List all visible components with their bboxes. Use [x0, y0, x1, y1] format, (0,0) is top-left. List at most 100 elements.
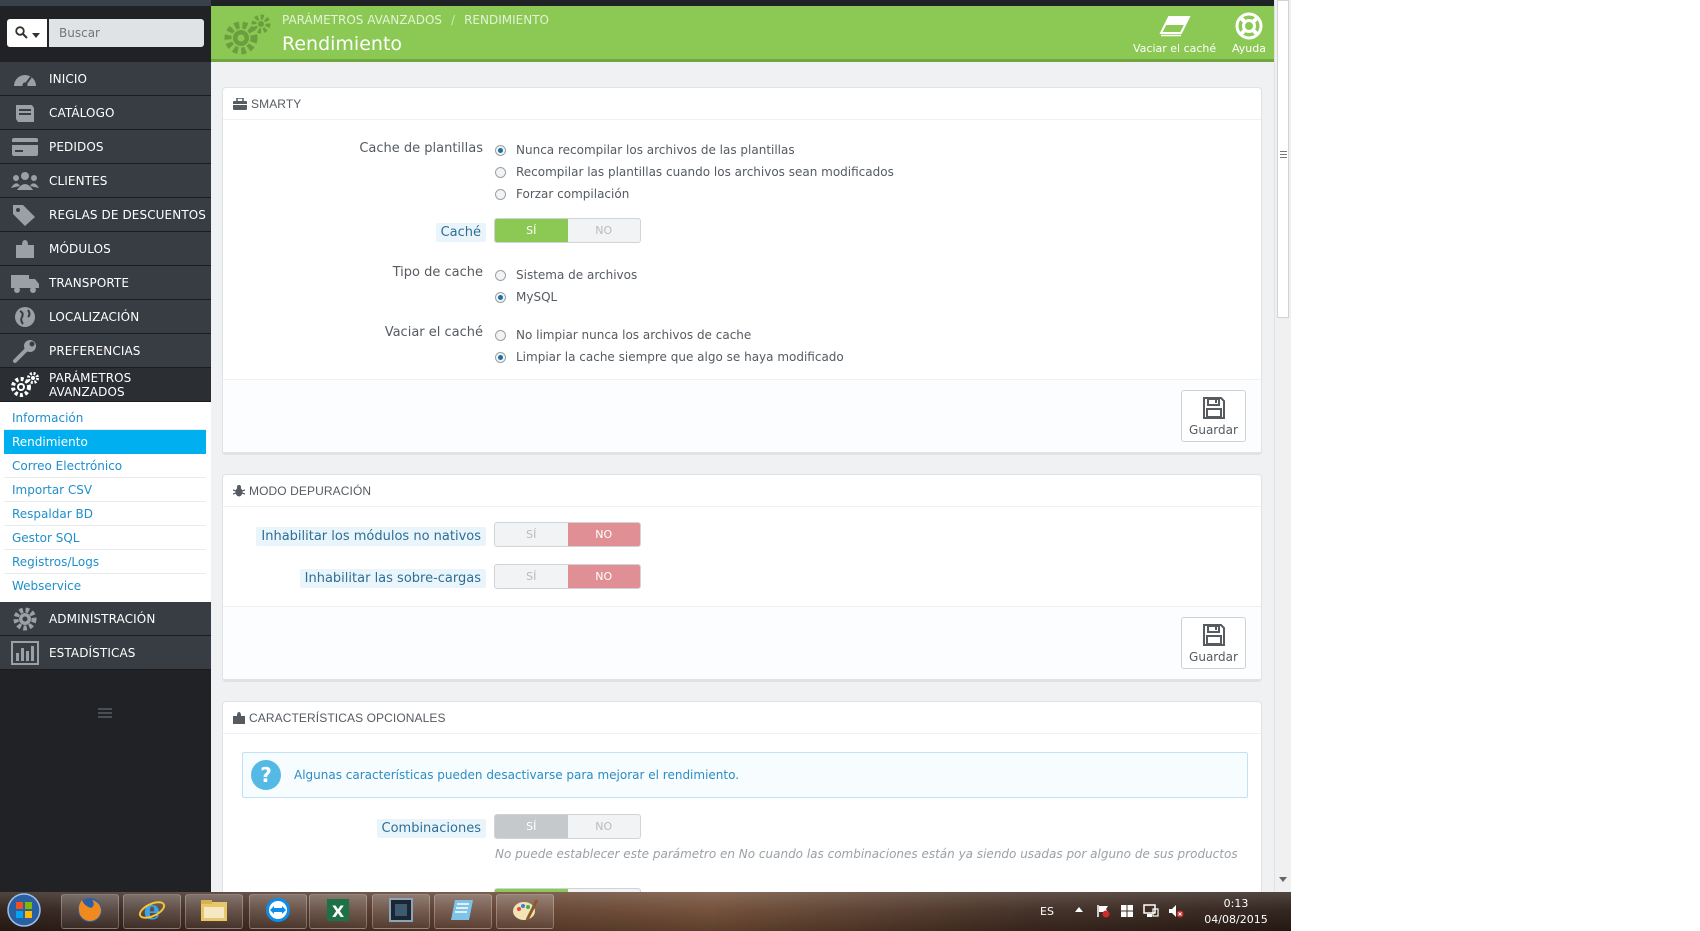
taskbar-app-internet-explorer[interactable]: e [123, 894, 181, 929]
sidebar-item-preferencias[interactable]: PREFERENCIAS [0, 334, 211, 368]
taskbar-app-paint[interactable] [496, 894, 554, 929]
globe-icon [7, 300, 43, 334]
switch-yes[interactable]: SÍ [495, 815, 568, 838]
submenu-item-respaldar-bd[interactable]: Respaldar BD [4, 502, 206, 526]
language-indicator[interactable]: ES [1040, 905, 1054, 918]
radio-button[interactable] [495, 351, 506, 363]
help-button[interactable]: Ayuda [1232, 10, 1266, 55]
switch-yes[interactable]: SÍ [495, 219, 568, 242]
sidebar-menu: INICIO CATÁLOGO PEDIDOS CLIENTES REGLAS … [0, 62, 211, 670]
terminal-icon [388, 897, 414, 927]
switch-yes[interactable]: SÍ [495, 523, 568, 546]
submenu-item-rendimiento[interactable]: Rendimiento [4, 430, 206, 454]
sidebar-item-inicio[interactable]: INICIO [0, 62, 211, 96]
disable-non-native-label: Inhabilitar los módulos no nativos [256, 527, 486, 546]
search-button[interactable] [7, 19, 47, 47]
eraser-icon [1158, 10, 1191, 42]
breadcrumb-item[interactable]: PARÁMETROS AVANZADOS [282, 13, 442, 27]
cache-type-option-filesystem[interactable]: Sistema de archivos [495, 268, 637, 282]
start-button[interactable] [4, 892, 44, 931]
submenu-item-webservice[interactable]: Webservice [4, 574, 206, 598]
floppy-disk-icon [1202, 396, 1226, 423]
action-center-flag-icon[interactable] [1096, 904, 1110, 921]
breadcrumb: PARÁMETROS AVANZADOS / RENDIMIENTO [282, 13, 549, 27]
search-input[interactable] [49, 19, 204, 47]
radio-button[interactable] [495, 329, 506, 341]
radio-button[interactable] [495, 166, 506, 178]
taskbar-app-notepad[interactable] [434, 894, 492, 929]
sidebar-item-label: LOCALIZACIÓN [49, 309, 140, 324]
disable-non-native-switch[interactable]: SÍ NO [494, 522, 641, 547]
windows-logo-icon [7, 892, 41, 931]
submenu-item-correo[interactable]: Correo Electrónico [4, 454, 206, 478]
switch-no[interactable]: NO [567, 565, 640, 588]
sidebar-item-reglas-descuentos[interactable]: REGLAS DE DESCUENTOS [0, 198, 211, 232]
smarty-panel-header: SMARTY [223, 88, 1261, 120]
volume-muted-icon[interactable] [1168, 904, 1184, 921]
switch-yes[interactable]: SÍ [495, 565, 568, 588]
radio-button[interactable] [495, 144, 506, 156]
save-label: Guardar [1189, 422, 1238, 437]
sidebar-item-parametros-avanzados[interactable]: PARÁMETROS AVANZADOS [0, 368, 211, 402]
switch-no[interactable]: NO [567, 523, 640, 546]
taskbar-app-excel[interactable]: X [309, 894, 367, 929]
paint-icon [511, 896, 539, 928]
sidebar-item-estadisticas[interactable]: ESTADÍSTICAS [0, 636, 211, 670]
submenu-item-gestor-sql[interactable]: Gestor SQL [4, 526, 206, 550]
sidebar-item-administracion[interactable]: ADMINISTRACIÓN [0, 602, 211, 636]
switch-no[interactable]: NO [568, 815, 641, 838]
screen: INICIO CATÁLOGO PEDIDOS CLIENTES [0, 0, 1700, 931]
switch-no[interactable]: NO [568, 219, 641, 242]
radio-button[interactable] [495, 269, 506, 281]
network-icon[interactable] [1143, 904, 1159, 921]
sidebar-item-pedidos[interactable]: PEDIDOS [0, 130, 211, 164]
smarty-panel-footer: Guardar [223, 379, 1261, 452]
cache-switch[interactable]: SÍ NO [494, 218, 641, 243]
disable-overrides-label: Inhabilitar las sobre-cargas [299, 569, 486, 588]
taskbar-app-teamviewer[interactable] [249, 894, 307, 929]
sidebar-collapse-handle[interactable] [98, 703, 112, 722]
sidebar-item-catalogo[interactable]: CATÁLOGO [0, 96, 211, 130]
smarty-panel: SMARTY Cache de plantillas Nunca recompi… [222, 87, 1262, 453]
optional-panel-header: CARACTERÍSTICAS OPCIONALES [223, 702, 1261, 734]
breadcrumb-item[interactable]: RENDIMIENTO [464, 13, 549, 27]
submenu-item-importar-csv[interactable]: Importar CSV [4, 478, 206, 502]
taskbar-app-file-explorer[interactable] [185, 894, 243, 929]
clear-cache-button[interactable]: Vaciar el caché [1133, 10, 1216, 55]
clear-cache-option-always[interactable]: Limpiar la cache siempre que algo se hay… [495, 350, 844, 364]
sidebar-item-label: ADMINISTRACIÓN [49, 611, 156, 626]
sidebar-item-transporte[interactable]: TRANSPORTE [0, 266, 211, 300]
sidebar-item-localizacion[interactable]: LOCALIZACIÓN [0, 300, 211, 334]
clear-cache-option-never[interactable]: No limpiar nunca los archivos de cache [495, 328, 751, 342]
gears-icon [7, 368, 43, 402]
save-button[interactable]: Guardar [1181, 390, 1246, 442]
submenu-item-registros[interactable]: Registros/Logs [4, 550, 206, 574]
sidebar-item-modulos[interactable]: MÓDULOS [0, 232, 211, 266]
combinations-switch[interactable]: SÍ NO [494, 814, 641, 839]
breadcrumb-separator: / [451, 13, 456, 27]
scroll-down-arrow-icon[interactable] [1279, 875, 1287, 884]
credit-card-icon [7, 130, 43, 164]
cache-type-option-mysql[interactable]: MySQL [495, 290, 557, 304]
save-button[interactable]: Guardar [1181, 617, 1246, 669]
smarty-panel-title: SMARTY [251, 96, 302, 111]
floppy-disk-icon [1202, 623, 1226, 650]
disable-overrides-switch[interactable]: SÍ NO [494, 564, 641, 589]
vertical-scrollbar[interactable] [1274, 0, 1291, 892]
sidebar-item-clientes[interactable]: CLIENTES [0, 164, 211, 198]
taskbar-clock[interactable]: 0:13 04/08/2015 [1196, 896, 1276, 928]
radio-button[interactable] [495, 188, 506, 200]
taskbar-app-firefox[interactable] [61, 894, 119, 929]
info-text: Algunas características pueden desactiva… [294, 768, 740, 782]
radio-label: No limpiar nunca los archivos de cache [516, 328, 752, 342]
windows-flag-icon[interactable] [1120, 904, 1134, 921]
book-icon [7, 96, 43, 130]
template-cache-option-recompile[interactable]: Recompilar las plantillas cuando los arc… [495, 165, 894, 179]
submenu-item-informacion[interactable]: Información [4, 406, 206, 430]
help-label: Ayuda [1232, 42, 1266, 55]
template-cache-option-force[interactable]: Forzar compilación [495, 187, 629, 201]
radio-button[interactable] [495, 291, 506, 303]
tray-expand-icon[interactable] [1075, 904, 1083, 917]
template-cache-option-never[interactable]: Nunca recompilar los archivos de las pla… [495, 143, 795, 157]
taskbar-app-terminal[interactable] [372, 894, 430, 929]
